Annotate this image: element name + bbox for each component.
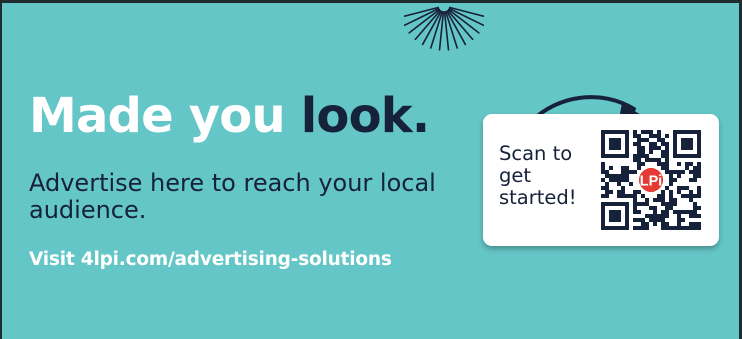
headline: Made you look. xyxy=(29,88,430,144)
lpi-badge-text: LPi xyxy=(640,174,662,190)
headline-emphasis: look. xyxy=(300,88,430,144)
qr-card: Scan to get started! LPi xyxy=(483,114,719,246)
qr-code-icon[interactable]: LPi xyxy=(601,130,701,230)
sunburst-decoration-icon xyxy=(404,6,484,51)
subline: Advertise here to reach your local audie… xyxy=(29,169,436,224)
headline-part-1: Made you xyxy=(29,88,301,144)
scan-text: Scan to get started! xyxy=(499,142,577,210)
advertising-link[interactable]: Visit 4lpi.com/advertising-solutions xyxy=(29,249,392,270)
ad-banner: Made you look. Advertise here to reach y… xyxy=(0,0,742,339)
